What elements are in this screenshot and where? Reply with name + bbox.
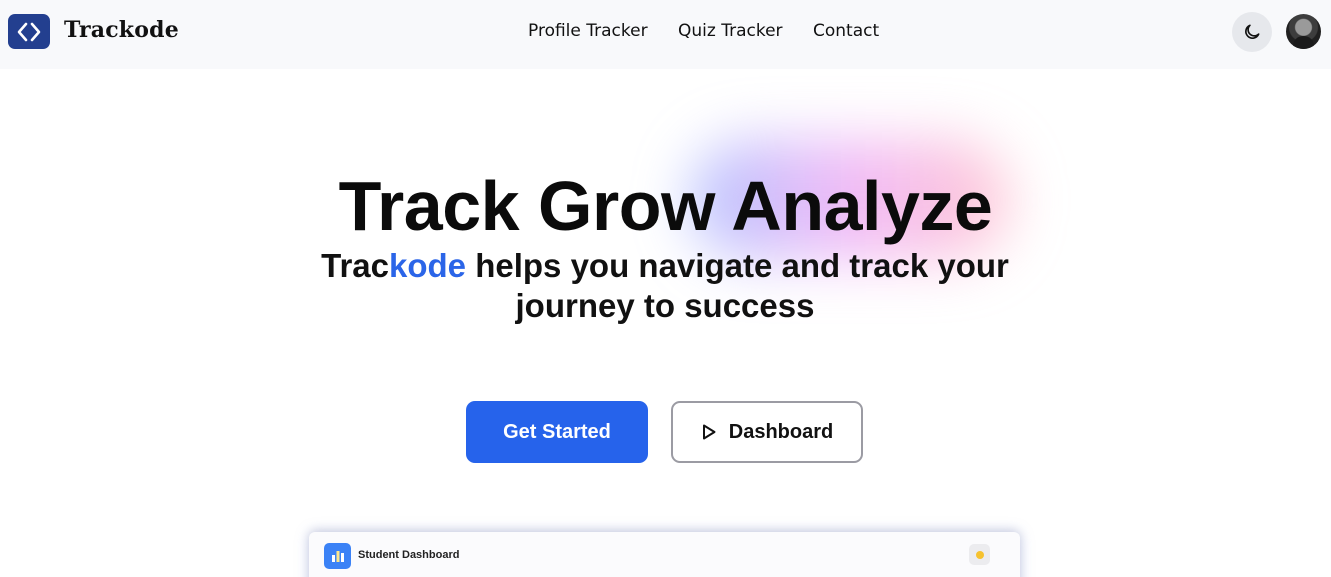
subtitle-accent: kode bbox=[389, 247, 467, 284]
preview-title: Student Dashboard bbox=[358, 549, 460, 561]
nav-link-quiz-tracker[interactable]: Quiz Tracker bbox=[678, 21, 783, 41]
play-icon bbox=[702, 424, 716, 440]
get-started-button[interactable]: Get Started bbox=[466, 401, 648, 463]
hero-subtitle: Trackode helps you navigate and track yo… bbox=[300, 246, 1030, 326]
status-button[interactable] bbox=[969, 544, 990, 565]
user-avatar[interactable] bbox=[1286, 14, 1321, 49]
nav-link-contact[interactable]: Contact bbox=[813, 21, 879, 41]
get-started-label: Get Started bbox=[503, 420, 611, 443]
dashboard-label: Dashboard bbox=[728, 420, 834, 443]
subtitle-rest: helps you navigate and track your journe… bbox=[466, 247, 1009, 324]
logo[interactable] bbox=[8, 14, 50, 49]
theme-toggle-button[interactable] bbox=[1232, 12, 1272, 52]
moon-icon bbox=[1245, 24, 1260, 39]
brand-name[interactable]: Trackode bbox=[64, 17, 179, 43]
dashboard-preview: Student Dashboard bbox=[309, 532, 1020, 577]
subtitle-prefix: Trac bbox=[321, 247, 390, 284]
code-brackets-icon bbox=[17, 22, 41, 41]
hero-title: Track Grow Analyze bbox=[338, 167, 993, 245]
status-dot-icon bbox=[975, 550, 984, 559]
navbar: Trackode Profile Tracker Quiz Tracker Co… bbox=[0, 0, 1331, 69]
nav-link-profile-tracker[interactable]: Profile Tracker bbox=[528, 21, 648, 41]
dashboard-button[interactable]: Dashboard bbox=[671, 401, 863, 463]
bar-chart-icon bbox=[324, 543, 351, 569]
